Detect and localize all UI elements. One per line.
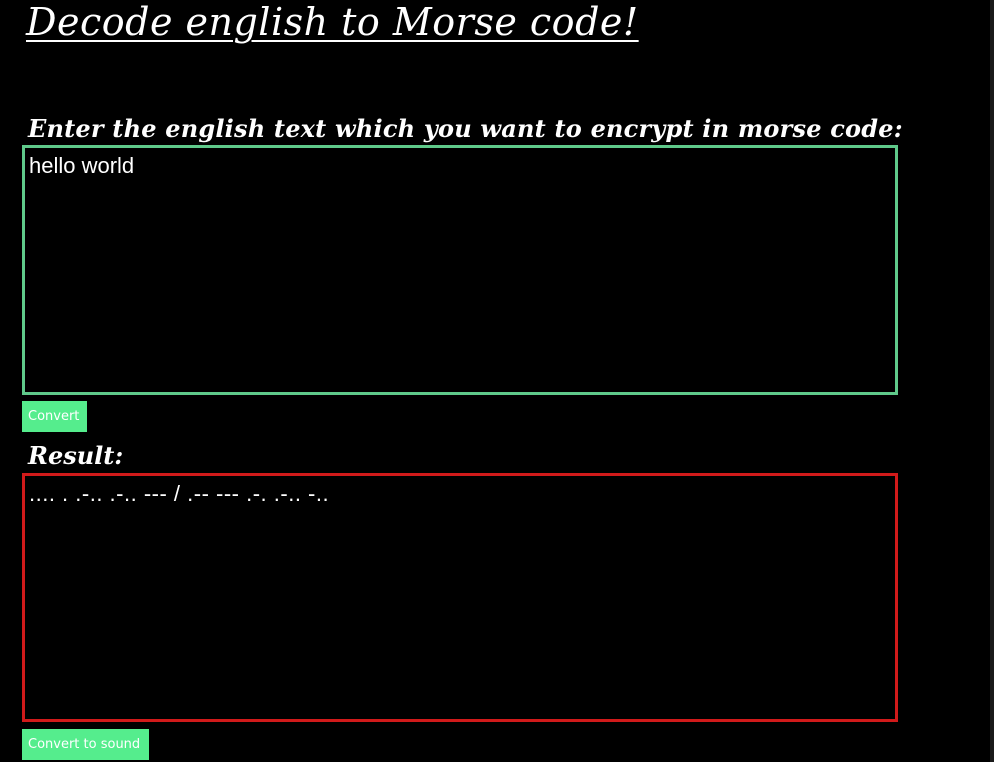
result-label: Result: [28, 441, 124, 470]
convert-button[interactable]: Convert [22, 401, 87, 432]
english-text-input[interactable]: hello world [22, 145, 898, 395]
morse-result-output[interactable]: .... . .-.. .-.. --- / .-- --- .-. .-.. … [22, 473, 898, 722]
page-title: Decode english to Morse code! [26, 0, 639, 44]
input-label: Enter the english text which you want to… [28, 114, 903, 143]
window-edge [990, 0, 994, 762]
convert-to-sound-button[interactable]: Convert to sound [22, 729, 149, 760]
